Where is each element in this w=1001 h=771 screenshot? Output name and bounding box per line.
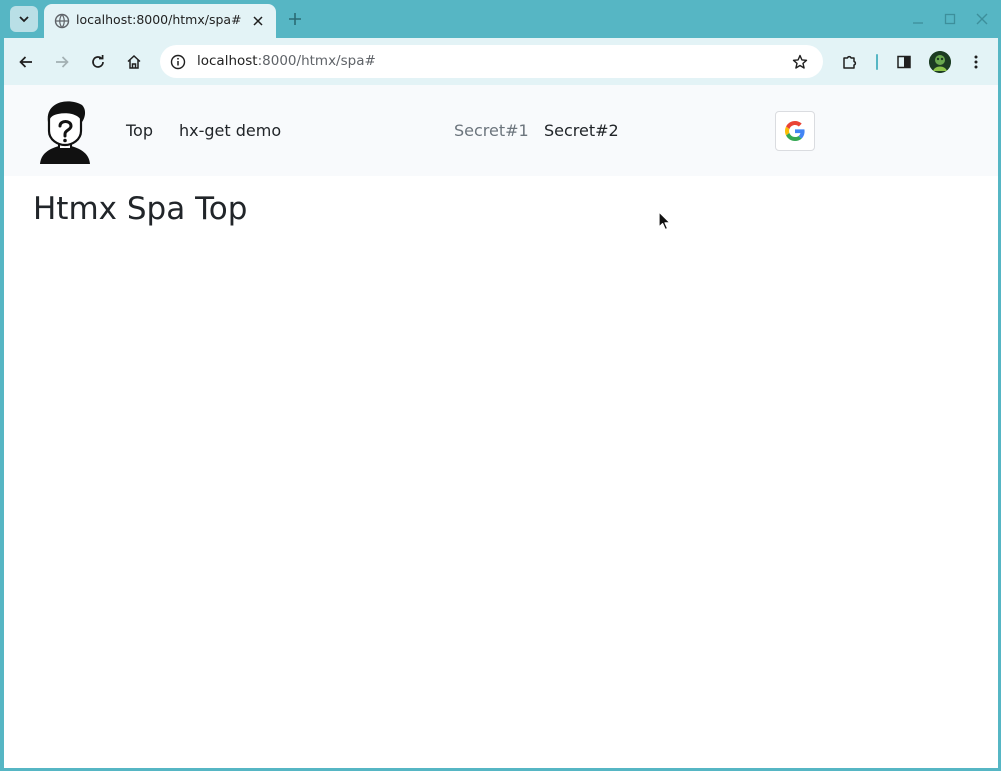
new-tab-button[interactable] bbox=[284, 8, 306, 30]
site-navbar: Top hx-get demo Secret#1 Secret#2 bbox=[4, 85, 998, 176]
maximize-button[interactable] bbox=[941, 10, 959, 28]
globe-icon bbox=[54, 13, 70, 29]
minimize-button[interactable] bbox=[909, 10, 927, 28]
maximize-icon bbox=[944, 13, 956, 25]
page-title: Htmx Spa Top bbox=[33, 191, 248, 227]
mouse-cursor-icon bbox=[658, 211, 671, 231]
nav-link-secret-2[interactable]: Secret#2 bbox=[544, 121, 619, 140]
site-info-button[interactable] bbox=[168, 52, 188, 72]
plus-icon bbox=[289, 13, 301, 25]
bookmark-button[interactable] bbox=[790, 52, 810, 72]
close-icon bbox=[976, 13, 988, 25]
browser-tab[interactable]: localhost:8000/htmx/spa# bbox=[44, 4, 276, 38]
nav-link-top[interactable]: Top bbox=[126, 121, 153, 140]
back-button[interactable] bbox=[14, 50, 38, 74]
puzzle-icon bbox=[843, 55, 857, 69]
google-login-button[interactable] bbox=[775, 111, 815, 151]
url-path: :8000/htmx/spa# bbox=[257, 53, 376, 69]
extensions-button[interactable] bbox=[838, 50, 862, 74]
browser-toolbar: localhost:8000/htmx/spa# bbox=[4, 38, 998, 85]
url-text: localhost:8000/htmx/spa# bbox=[197, 53, 376, 69]
tab-close-button[interactable] bbox=[250, 13, 266, 29]
more-vertical-icon bbox=[974, 55, 978, 69]
window-close-button[interactable] bbox=[973, 10, 991, 28]
google-g-icon bbox=[785, 121, 805, 141]
profile-picture-icon bbox=[929, 51, 951, 73]
url-host: localhost bbox=[197, 53, 258, 69]
forward-button[interactable] bbox=[50, 50, 74, 74]
info-icon bbox=[170, 54, 186, 70]
tab-strip: localhost:8000/htmx/spa# bbox=[0, 0, 1001, 38]
anonymous-user-logo[interactable] bbox=[38, 98, 92, 164]
star-icon bbox=[792, 54, 808, 69]
tab-search-button[interactable] bbox=[10, 6, 38, 32]
side-panel-icon bbox=[897, 55, 911, 69]
chevron-down-icon bbox=[19, 16, 29, 23]
nav-link-hx-get-demo[interactable]: hx-get demo bbox=[179, 121, 281, 140]
toolbar-divider bbox=[876, 54, 878, 70]
browser-menu-button[interactable] bbox=[964, 50, 988, 74]
tab-title: localhost:8000/htmx/spa# bbox=[76, 12, 242, 27]
arrow-left-icon bbox=[19, 56, 32, 68]
address-bar[interactable]: localhost:8000/htmx/spa# bbox=[160, 45, 823, 78]
reload-icon bbox=[92, 55, 104, 68]
side-panel-button[interactable] bbox=[892, 50, 916, 74]
home-button[interactable] bbox=[122, 50, 146, 74]
page-viewport: Top hx-get demo Secret#1 Secret#2 Htmx S… bbox=[4, 85, 998, 768]
nav-link-secret-1[interactable]: Secret#1 bbox=[454, 121, 529, 140]
minimize-icon bbox=[913, 22, 923, 24]
profile-avatar[interactable] bbox=[929, 51, 951, 73]
home-icon bbox=[127, 54, 141, 69]
close-icon bbox=[253, 16, 263, 26]
reload-button[interactable] bbox=[86, 50, 110, 74]
arrow-right-icon bbox=[56, 56, 69, 68]
